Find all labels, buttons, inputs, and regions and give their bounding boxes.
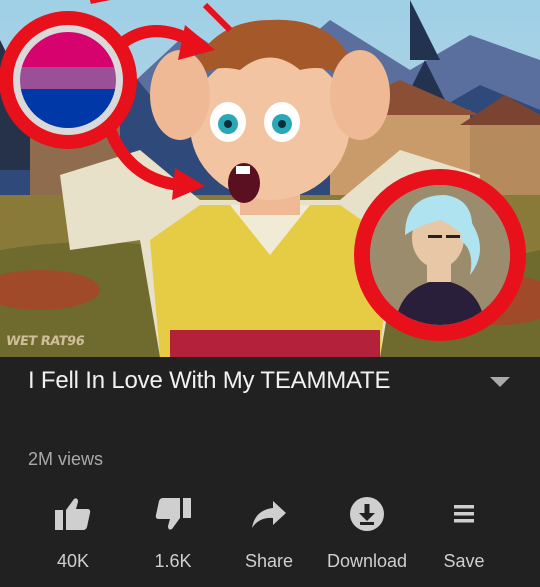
share-button[interactable]: Share (238, 488, 300, 578)
share-label: Share (244, 551, 294, 571)
dislike-button[interactable]: 1.6K (150, 488, 196, 578)
thumbnail-illustration (0, 0, 540, 357)
chevron-down-icon (490, 377, 510, 387)
save-button[interactable]: Save (438, 488, 490, 578)
thumbs-up-icon (53, 494, 93, 534)
playlist-save-icon (444, 494, 484, 534)
share-arrow-icon (249, 494, 289, 534)
view-count: 2M views (28, 449, 104, 469)
video-actions-bar: 40K 1.6K Share Download Save (0, 488, 540, 578)
download-button[interactable]: Download (320, 488, 414, 578)
download-label: Download (326, 551, 408, 571)
dislike-count: 1.6K (154, 551, 192, 571)
like-button[interactable]: 40K (50, 488, 96, 578)
download-icon (347, 494, 387, 534)
video-thumbnail[interactable]: WET RAT96 (0, 0, 540, 357)
expand-description-button[interactable] (478, 365, 522, 399)
save-label: Save (443, 551, 485, 571)
video-title: I Fell In Love With My TEAMMATE (28, 367, 391, 394)
video-title-row: I Fell In Love With My TEAMMATE (0, 357, 540, 407)
artist-watermark: WET RAT96 (4, 334, 86, 349)
like-count: 40K (56, 551, 90, 571)
thumbs-down-icon (153, 494, 193, 534)
